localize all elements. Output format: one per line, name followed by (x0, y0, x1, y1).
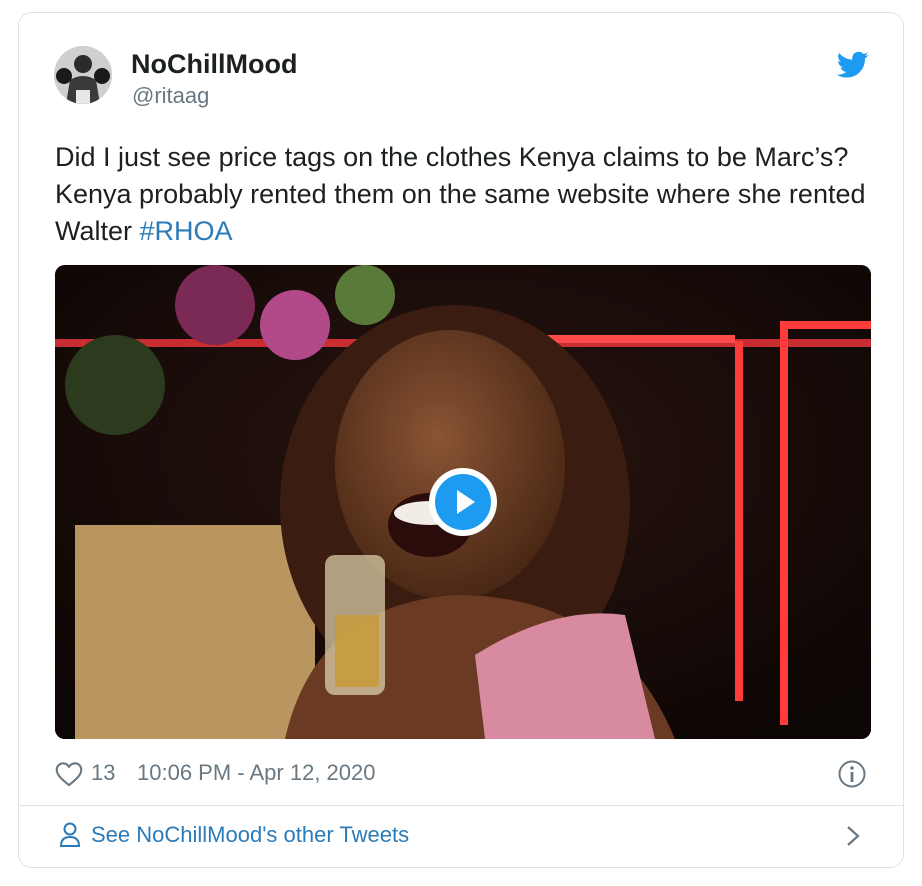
author-name[interactable]: NoChillMood (131, 49, 297, 80)
see-other-tweets-label: See NoChillMood's other Tweets (91, 822, 410, 847)
see-other-tweets-link[interactable]: See NoChillMood's other Tweets (19, 806, 903, 866)
twitter-bird-icon[interactable] (837, 51, 869, 79)
play-button[interactable] (429, 468, 497, 536)
avatar[interactable] (54, 46, 112, 104)
hashtag-link[interactable]: #RHOA (140, 216, 233, 246)
author-handle[interactable]: @ritaag (132, 83, 209, 109)
play-icon (435, 474, 491, 530)
heart-icon[interactable] (55, 761, 83, 787)
user-icon (59, 822, 81, 847)
timestamp-link[interactable]: 10:06 PM - Apr 12, 2020 (137, 760, 376, 786)
tweet-card: NoChillMood @ritaag Did I just see price… (18, 12, 904, 868)
like-count[interactable]: 13 (91, 760, 115, 786)
tweet-text: Did I just see price tags on the clothes… (55, 139, 875, 250)
chevron-right-icon (847, 826, 860, 846)
info-icon[interactable] (837, 759, 867, 789)
video-thumbnail[interactable] (55, 265, 871, 739)
